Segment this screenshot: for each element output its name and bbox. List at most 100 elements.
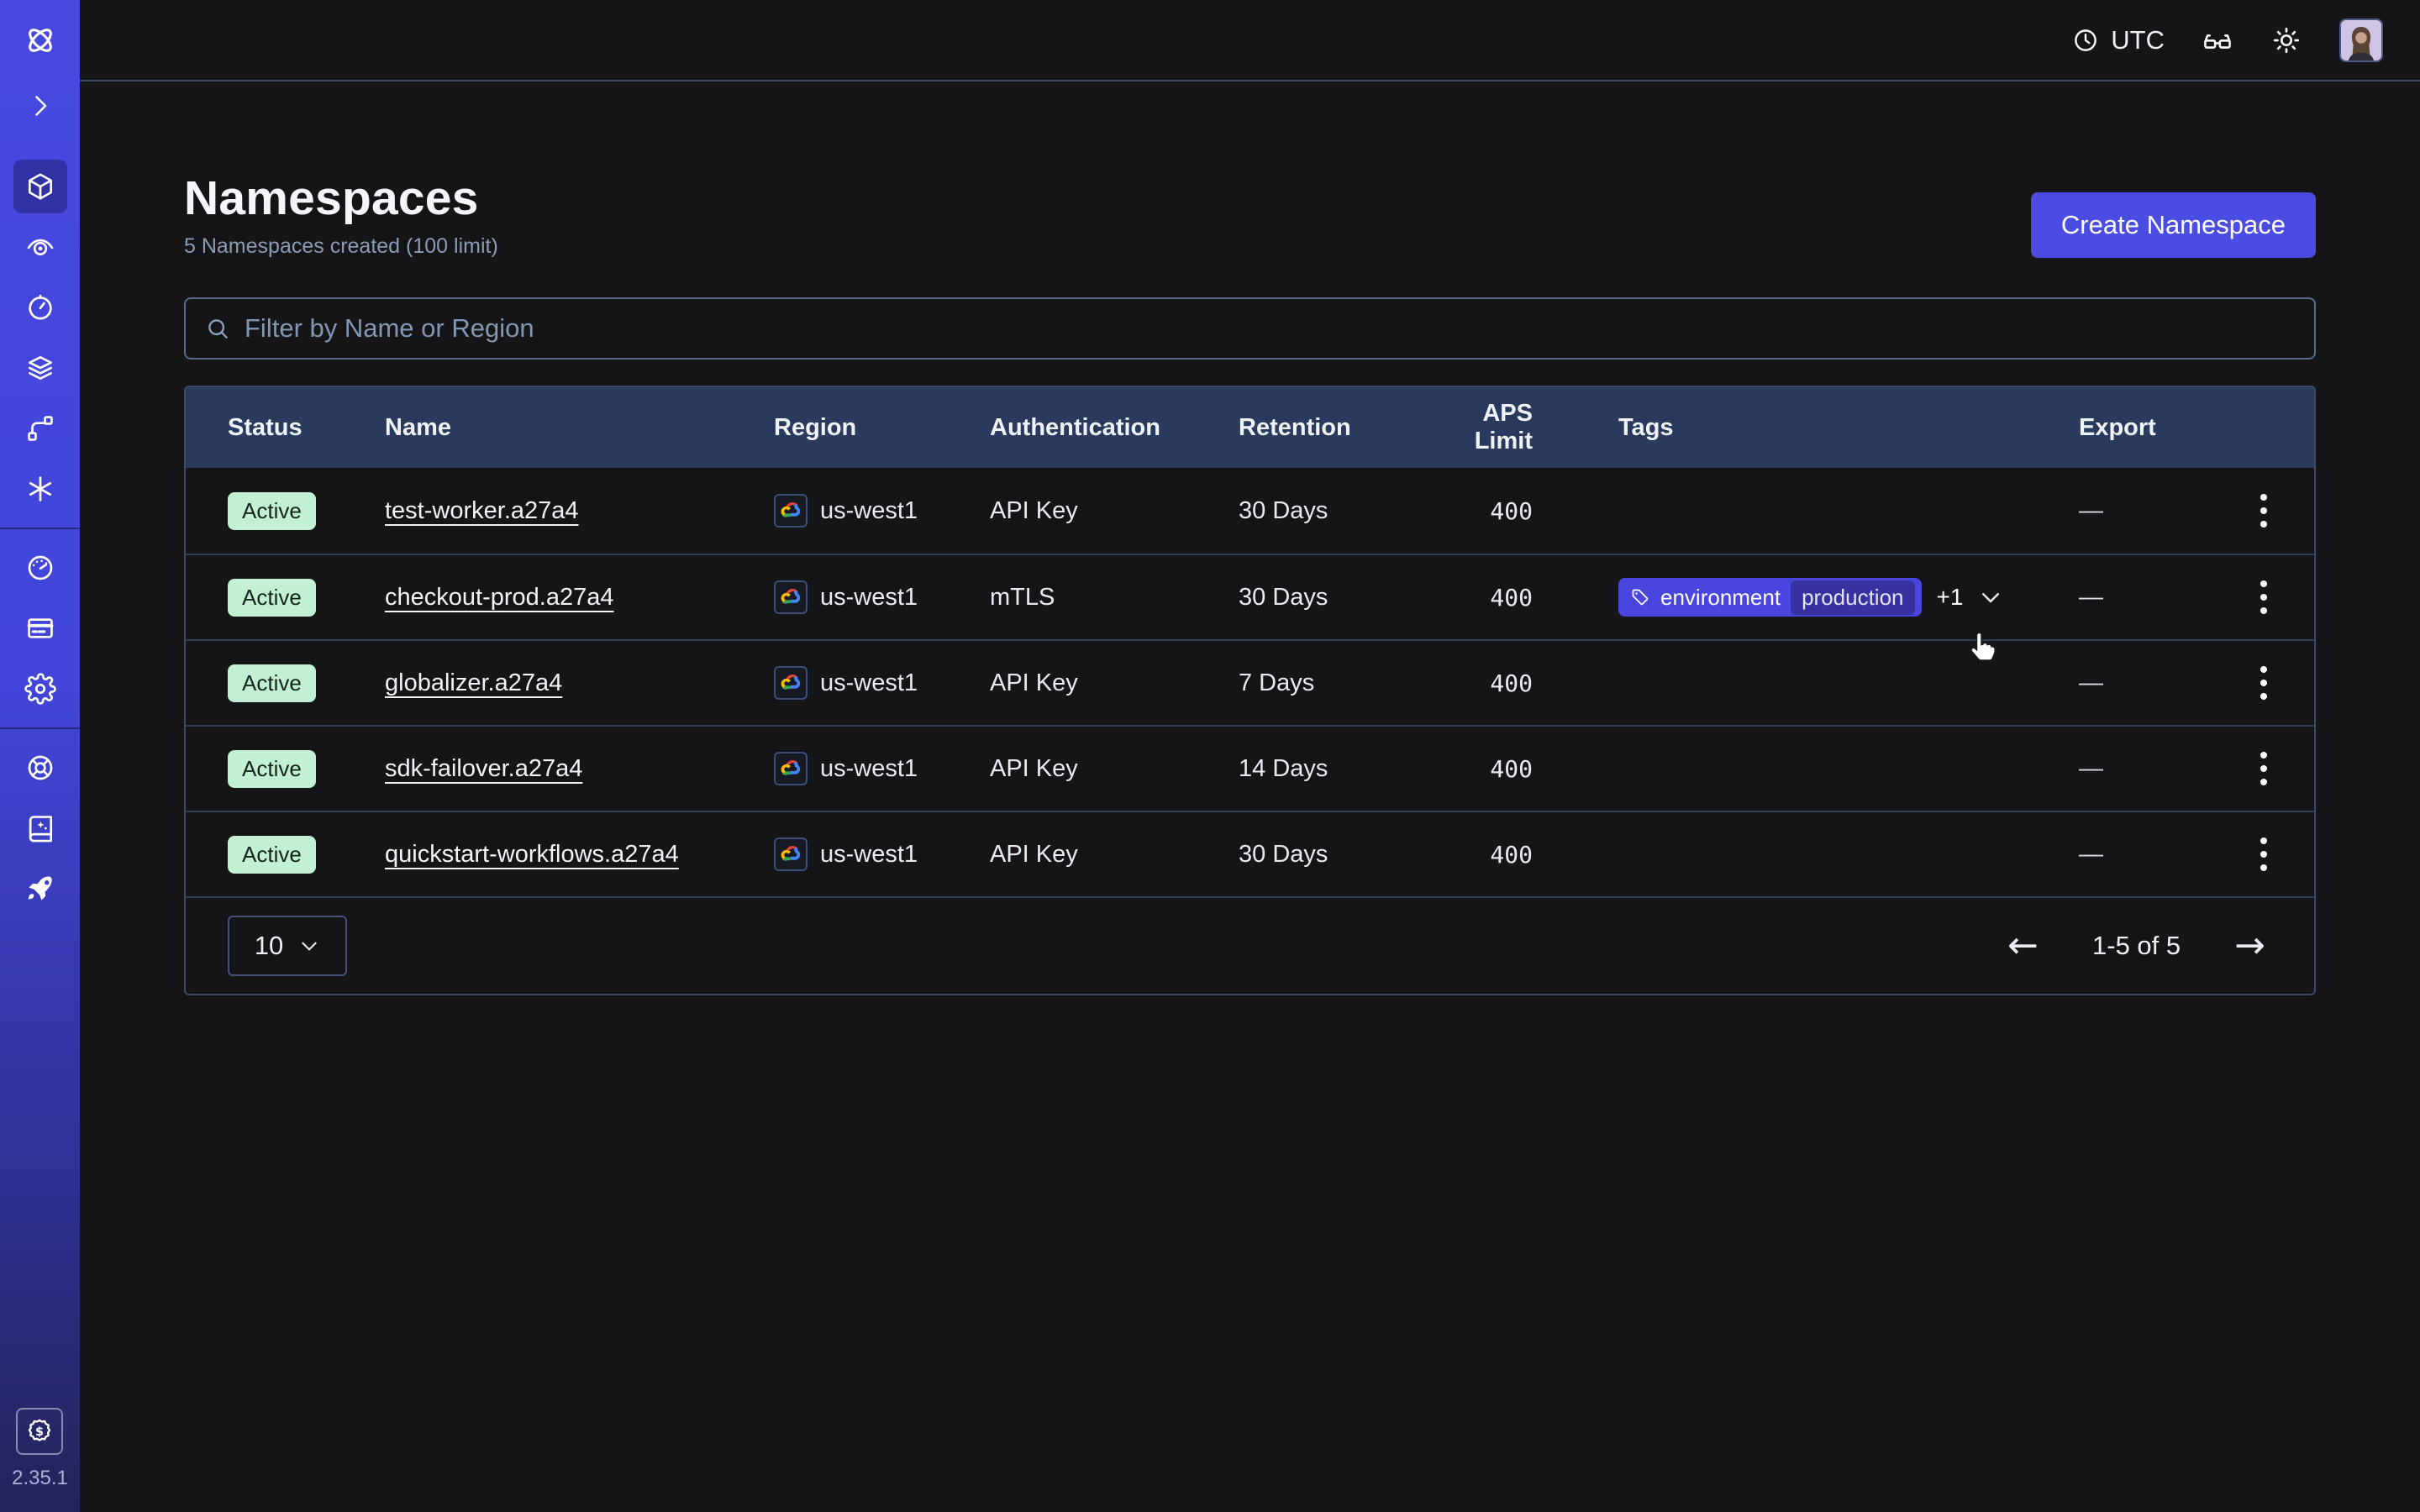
table-header-row: Status Name Region Authentication Retent…: [186, 387, 2314, 468]
aps-limit-value: 400: [1432, 497, 1533, 525]
tag-value: production: [1791, 580, 1914, 615]
sidebar-item-usage[interactable]: [0, 538, 80, 598]
row-menu-button[interactable]: [2213, 489, 2314, 533]
authentication-value: API Key: [990, 755, 1239, 783]
retention-value: 30 Days: [1239, 841, 1432, 869]
namespace-link[interactable]: checkout-prod.a27a4: [385, 584, 613, 611]
tags-cell: environment production +1: [1533, 578, 2070, 617]
sidebar-item-monitor[interactable]: [0, 217, 80, 277]
column-header-export: Export: [2070, 414, 2213, 442]
table-row: Active globalizer.a27a4 us-west1 API Key…: [186, 639, 2314, 725]
sidebar-item-billing[interactable]: [0, 598, 80, 659]
column-header-authentication: Authentication: [990, 414, 1239, 442]
row-menu-button[interactable]: [2213, 575, 2314, 619]
row-menu-button[interactable]: [2213, 832, 2314, 876]
tag-pill[interactable]: environment production: [1618, 578, 1922, 617]
column-header-status: Status: [228, 414, 385, 442]
svg-text:$: $: [36, 1425, 45, 1439]
retention-value: 7 Days: [1239, 669, 1432, 697]
dollar-badge-icon: $: [24, 1416, 55, 1446]
page-size-value: 10: [255, 931, 283, 961]
export-value: —: [2070, 584, 2213, 612]
table-row: Active sdk-failover.a27a4 us-west1 API K…: [186, 725, 2314, 811]
filter-input[interactable]: [245, 313, 2296, 344]
table-footer: 10 ← 1-5 of 5 →: [186, 896, 2314, 994]
table-body: Active test-worker.a27a4 us-west1 API Ke…: [186, 468, 2314, 896]
namespace-link[interactable]: quickstart-workflows.a27a4: [385, 841, 679, 868]
namespace-link[interactable]: globalizer.a27a4: [385, 669, 562, 696]
sidebar-item-nexus[interactable]: [0, 459, 80, 519]
authentication-value: API Key: [990, 497, 1239, 525]
region-label: us-west1: [820, 841, 918, 869]
region-label: us-west1: [820, 497, 918, 525]
status-badge: Active: [228, 836, 316, 874]
table-row: Active checkout-prod.a27a4 us-west1 mTLS…: [186, 554, 2314, 639]
create-namespace-button[interactable]: Create Namespace: [2031, 192, 2316, 258]
next-page-button[interactable]: →: [2234, 927, 2265, 964]
table-row: Active quickstart-workflows.a27a4 us-wes…: [186, 811, 2314, 896]
column-header-tags: Tags: [1533, 414, 2070, 442]
sidebar-item-namespaces[interactable]: [0, 156, 80, 217]
retention-value: 14 Days: [1239, 755, 1432, 783]
sidebar-item-settings[interactable]: [0, 659, 80, 719]
card-icon: [24, 612, 56, 644]
tag-more-count: +1: [1937, 584, 1964, 611]
sidebar-item-integrations[interactable]: [0, 398, 80, 459]
status-badge: Active: [228, 492, 316, 530]
kebab-icon: [2255, 489, 2272, 533]
sidebar-item-docs[interactable]: [0, 798, 80, 858]
page-subtitle: 5 Namespaces created (100 limit): [184, 234, 498, 259]
status-badge: Active: [228, 750, 316, 788]
export-value: —: [2070, 841, 2213, 869]
page-size-select[interactable]: 10: [228, 916, 347, 976]
app-version: 2.35.1: [12, 1467, 68, 1490]
theme-toggle-sun-icon[interactable]: [2270, 24, 2302, 56]
timezone-selector[interactable]: UTC: [2071, 25, 2165, 55]
filter-field[interactable]: [184, 297, 2316, 360]
region-label: us-west1: [820, 669, 918, 697]
gcp-cloud-icon: [774, 752, 808, 785]
temporal-logo-icon: [22, 22, 59, 59]
kebab-icon: [2255, 832, 2272, 876]
sidebar-item-timer[interactable]: [0, 277, 80, 338]
retention-value: 30 Days: [1239, 497, 1432, 525]
column-header-region: Region: [774, 414, 990, 442]
retention-value: 30 Days: [1239, 584, 1432, 612]
status-badge: Active: [228, 579, 316, 617]
tag-key: environment: [1660, 585, 1781, 611]
namespaces-table: Status Name Region Authentication Retent…: [184, 386, 2316, 995]
row-menu-button[interactable]: [2213, 661, 2314, 705]
column-header-retention: Retention: [1239, 414, 1432, 442]
aps-limit-value: 400: [1432, 584, 1533, 612]
export-value: —: [2070, 669, 2213, 697]
aps-limit-value: 400: [1432, 669, 1533, 697]
gcp-cloud-icon: [774, 837, 808, 871]
kebab-icon: [2255, 575, 2272, 619]
glasses-icon[interactable]: [2202, 24, 2233, 56]
pagination-range: 1-5 of 5: [2092, 931, 2181, 961]
asterisk-icon: [24, 473, 56, 505]
namespace-link[interactable]: sdk-failover.a27a4: [385, 755, 582, 782]
sidebar-item-getting-started[interactable]: [0, 858, 80, 919]
credits-button[interactable]: $: [16, 1408, 63, 1455]
sidebar-item-layers[interactable]: [0, 338, 80, 398]
user-avatar[interactable]: [2339, 18, 2383, 62]
sidebar-expand-button[interactable]: [25, 91, 55, 121]
chevron-down-icon[interactable]: [1978, 585, 2003, 610]
clock-icon: [2071, 26, 2100, 55]
status-badge: Active: [228, 664, 316, 702]
previous-page-button[interactable]: ←: [2007, 927, 2039, 964]
authentication-value: API Key: [990, 669, 1239, 697]
namespace-link[interactable]: test-worker.a27a4: [385, 497, 579, 524]
sidebar-item-support[interactable]: [0, 738, 80, 798]
row-menu-button[interactable]: [2213, 747, 2314, 790]
eye-icon: [24, 231, 56, 263]
timer-icon: [24, 291, 56, 323]
tag-icon: [1630, 587, 1650, 607]
search-icon: [204, 315, 231, 342]
main-content: Namespaces 5 Namespaces created (100 lim…: [80, 83, 2420, 995]
book-icon: [24, 812, 56, 844]
export-value: —: [2070, 497, 2213, 525]
column-header-aps-limit: APS Limit: [1432, 400, 1533, 455]
gauge-icon: [24, 552, 56, 584]
